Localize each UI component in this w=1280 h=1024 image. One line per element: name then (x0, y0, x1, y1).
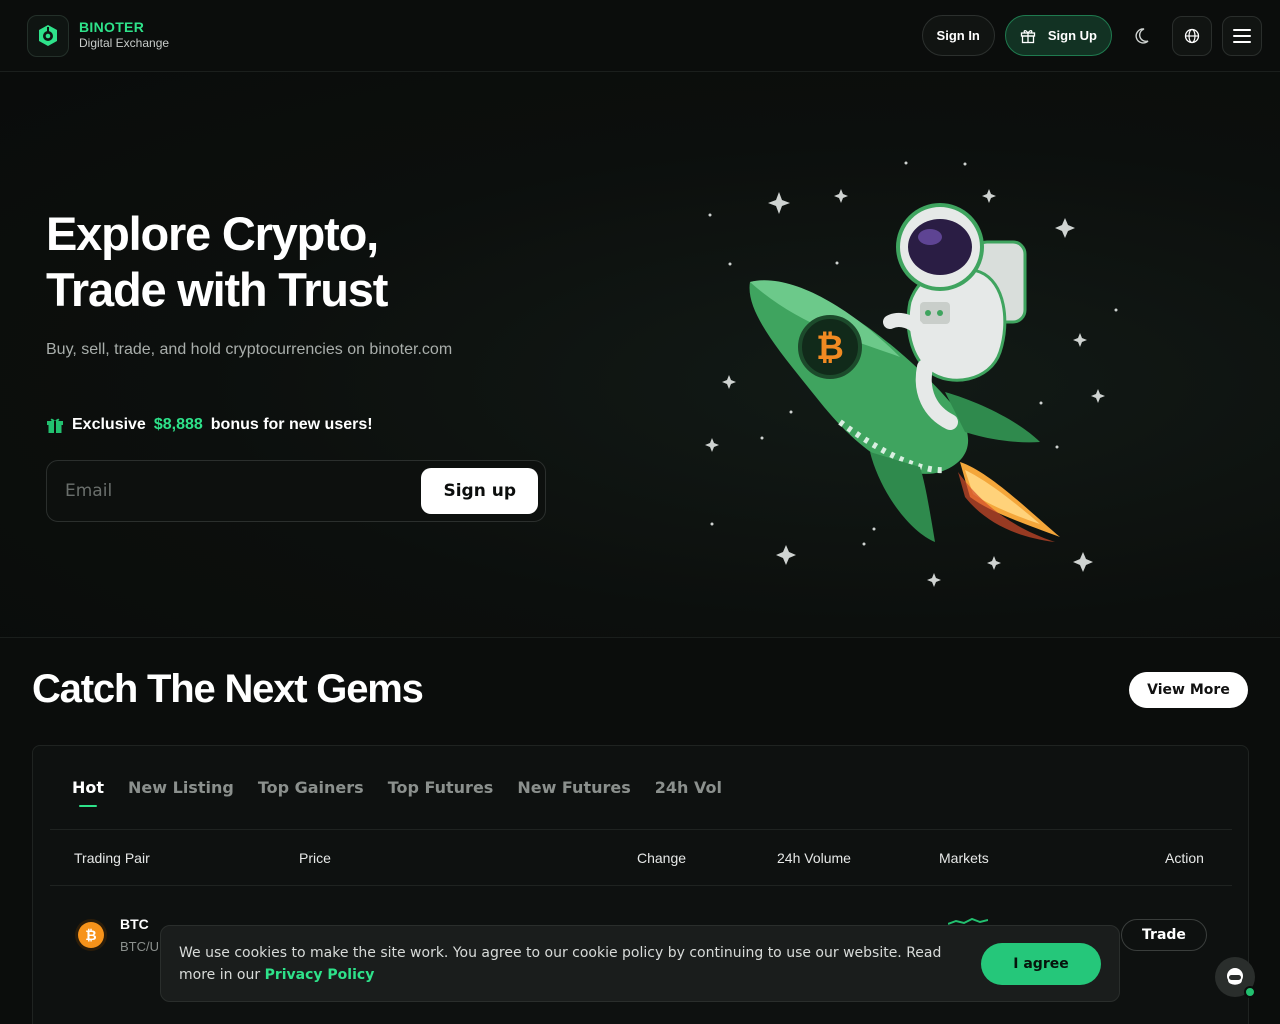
market-tabs: Hot New Listing Top Gainers Top Futures … (50, 746, 1232, 830)
tab-new-listing[interactable]: New Listing (128, 778, 234, 797)
binoter-logo-icon (27, 14, 69, 57)
sign-in-button[interactable]: Sign In (921, 15, 995, 56)
gift-icon (47, 418, 63, 433)
privacy-policy-link[interactable]: Privacy Policy (265, 967, 375, 983)
agree-button[interactable]: I agree (981, 942, 1101, 985)
hero-sign-up-button[interactable]: Sign up (421, 468, 538, 514)
svg-text:₿: ₿ (816, 328, 844, 368)
tab-top-futures[interactable]: Top Futures (388, 778, 494, 797)
cookie-text: We use cookies to make the site work. Yo… (179, 942, 959, 986)
tab-hot[interactable]: Hot (72, 778, 104, 797)
tab-24h-vol[interactable]: 24h Vol (655, 778, 722, 797)
hero-title: Explore Crypto, Trade with Trust (46, 206, 388, 318)
brand-name: BINOTER (79, 19, 145, 35)
menu-hamburger-icon[interactable] (1222, 15, 1262, 56)
view-more-button[interactable]: View More (1129, 672, 1248, 708)
sign-up-label: Sign Up (1047, 28, 1097, 43)
hero-section: Explore Crypto, Trade with Trust Buy, se… (0, 72, 1280, 638)
theme-toggle-moon-icon[interactable] (1122, 16, 1162, 56)
email-signup-form: Sign up (46, 460, 546, 522)
sign-up-button[interactable]: Sign Up (1004, 15, 1112, 56)
brand[interactable]: BINOTER Digital Exchange (27, 14, 170, 57)
column-24h-volume: 24h Volume (777, 850, 851, 866)
online-status-dot (1244, 986, 1256, 998)
bonus-banner: Exclusive $8,888 bonus for new users! (46, 416, 373, 434)
hero-title-line1: Explore Crypto, (46, 207, 379, 260)
brand-tagline: Digital Exchange (79, 36, 170, 50)
cookie-consent-banner: We use cookies to make the site work. Yo… (160, 925, 1120, 1002)
coin-pair: BTC/U (120, 939, 159, 954)
column-markets: Markets (939, 850, 989, 866)
column-action: Action (1165, 850, 1204, 866)
astronaut-rocket-illustration: ₿ (705, 161, 1118, 587)
trade-button[interactable]: Trade (1121, 919, 1207, 951)
bonus-prefix: Exclusive (72, 416, 146, 433)
language-globe-icon[interactable] (1172, 15, 1212, 56)
tab-new-futures[interactable]: New Futures (517, 778, 630, 797)
support-chat-button[interactable] (1215, 957, 1256, 998)
top-navigation-bar: BINOTER Digital Exchange Sign In Sign Up (0, 0, 1280, 72)
bonus-amount: $8,888 (153, 416, 203, 433)
gift-icon (1020, 29, 1036, 43)
hero-subtitle: Buy, sell, trade, and hold cryptocurrenc… (46, 341, 453, 358)
btc-coin-icon: ₿ (78, 922, 104, 948)
headset-icon (1227, 968, 1243, 985)
tab-top-gainers[interactable]: Top Gainers (258, 778, 364, 797)
gems-section-title: Catch The Next Gems (32, 667, 424, 711)
bonus-suffix: bonus for new users! (210, 416, 373, 433)
hero-title-line2: Trade with Trust (46, 263, 388, 316)
table-header: Trading Pair Price Change 24h Volume Mar… (50, 830, 1232, 886)
column-price: Price (299, 850, 331, 866)
coin-symbol: BTC (120, 916, 149, 932)
column-trading-pair: Trading Pair (74, 850, 150, 866)
email-input[interactable] (65, 481, 422, 501)
column-change: Change (637, 850, 687, 866)
